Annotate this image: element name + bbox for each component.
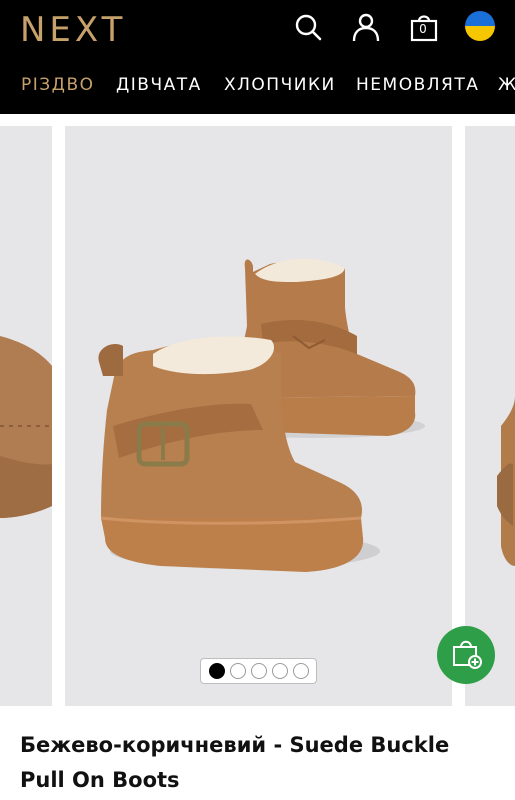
nav-item-next-partial[interactable]: Ж [498,74,515,96]
product-title: Бежево-коричневий - Suede Buckle Pull On… [20,733,450,792]
next-logo[interactable]: NEXT [20,10,126,50]
nav-item-girls[interactable]: ДІВЧАТА [116,74,202,96]
main-product-image[interactable] [65,126,452,706]
gallery-pagination [200,658,317,684]
previous-slide-image[interactable] [0,126,52,706]
pagination-dot[interactable] [271,663,288,679]
bag-button[interactable]: 0 [408,10,440,44]
bag-count: 0 [419,22,427,36]
search-icon[interactable] [292,10,324,44]
nav-item-babies[interactable]: НЕМОВЛЯТА [356,74,479,96]
next-slide-image[interactable] [465,126,515,706]
site-header: NEXT 0 РІЗДВО ДІВЧАТА ХЛОПЧИКИ НЕМОВЛЯТА… [0,0,515,114]
main-nav: РІЗДВО ДІВЧАТА ХЛОПЧИКИ НЕМОВЛЯТА Ж [0,68,515,102]
pagination-dot[interactable] [229,663,246,679]
ukraine-flag-icon[interactable] [465,11,495,41]
bag-plus-icon [450,637,482,674]
pagination-dot[interactable] [292,663,309,679]
add-to-bag-button[interactable] [437,626,495,684]
pagination-dot[interactable] [250,663,267,679]
nav-item-boys[interactable]: ХЛОПЧИКИ [224,74,336,96]
product-gallery[interactable] [0,114,515,710]
nav-item-christmas[interactable]: РІЗДВО [21,74,95,96]
account-icon[interactable] [350,10,382,44]
pagination-dot[interactable] [208,663,225,679]
